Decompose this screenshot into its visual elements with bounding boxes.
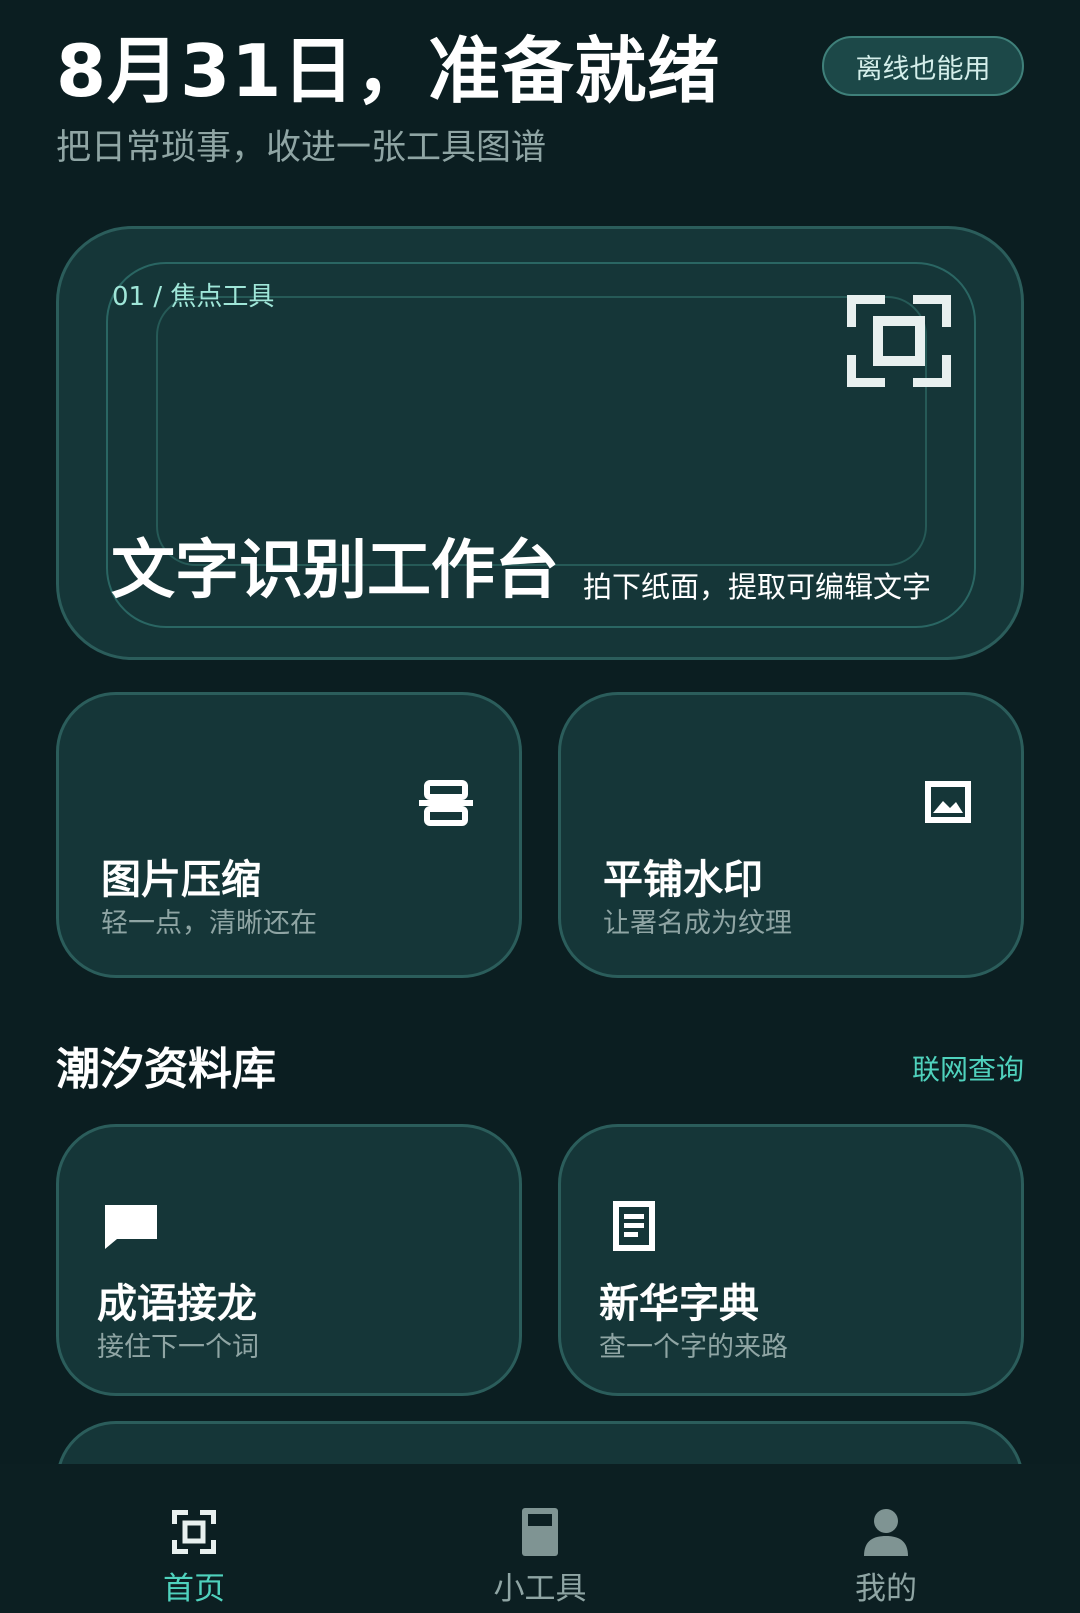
hero-description: 拍下纸面，提取可编辑文字 bbox=[583, 570, 932, 604]
scan-frame-icon bbox=[847, 295, 951, 387]
nav-label-me: 我的 bbox=[855, 1571, 917, 1607]
nav-item-tools[interactable]: 小工具 bbox=[420, 1464, 660, 1613]
document-icon bbox=[613, 1201, 655, 1251]
home-screen: 8月31日，准备就绪 把日常琐事，收进一张工具图谱 离线也能用 01 / 焦点工… bbox=[0, 0, 1080, 1613]
page-title: 8月31日，准备就绪 bbox=[56, 29, 721, 113]
tool-card-title: 图片压缩 bbox=[101, 857, 261, 903]
tool-card-tile-watermark[interactable]: 平铺水印 让署名成为纹理 bbox=[558, 692, 1024, 978]
person-icon bbox=[864, 1509, 908, 1556]
image-icon bbox=[925, 781, 971, 823]
online-query-link[interactable]: 联网查询 bbox=[912, 1050, 1024, 1090]
page-subtitle: 把日常琐事，收进一张工具图谱 bbox=[56, 128, 547, 168]
scan-frame-icon bbox=[172, 1510, 216, 1554]
hero-title: 文字识别工作台 bbox=[111, 534, 559, 608]
hero-eyebrow: 01 / 焦点工具 bbox=[112, 282, 275, 312]
hero-card-ocr[interactable]: 01 / 焦点工具 文字识别工作台 拍下纸面，提取可编辑文字 bbox=[56, 226, 1024, 660]
section-title-library: 潮汐资料库 bbox=[56, 1044, 276, 1095]
library-card-subtitle: 查一个字的来路 bbox=[599, 1332, 788, 1363]
library-card-idiom-chain[interactable]: 成语接龙 接住下一个词 bbox=[56, 1124, 522, 1396]
compress-icon bbox=[419, 780, 473, 826]
tool-card-subtitle: 让署名成为纹理 bbox=[603, 908, 792, 939]
chat-bubble-icon bbox=[105, 1205, 157, 1249]
library-card-title: 新华字典 bbox=[599, 1281, 759, 1327]
tool-card-subtitle: 轻一点，清晰还在 bbox=[101, 908, 317, 939]
library-card-xinhua-dictionary[interactable]: 新华字典 查一个字的来路 bbox=[558, 1124, 1024, 1396]
bottom-navigation: 首页 小工具 我的 bbox=[0, 1464, 1080, 1613]
library-card-title: 成语接龙 bbox=[97, 1281, 257, 1327]
nav-item-me[interactable]: 我的 bbox=[766, 1464, 1006, 1613]
offline-badge[interactable]: 离线也能用 bbox=[822, 36, 1024, 96]
book-icon bbox=[522, 1508, 558, 1556]
nav-label-tools: 小工具 bbox=[493, 1571, 587, 1607]
hero-decor-ring-inner bbox=[156, 296, 927, 566]
nav-item-home[interactable]: 首页 bbox=[74, 1464, 314, 1613]
library-card-subtitle: 接住下一个词 bbox=[97, 1332, 259, 1363]
tool-card-image-compress[interactable]: 图片压缩 轻一点，清晰还在 bbox=[56, 692, 522, 978]
nav-label-home: 首页 bbox=[163, 1571, 225, 1607]
tool-card-title: 平铺水印 bbox=[603, 857, 763, 903]
